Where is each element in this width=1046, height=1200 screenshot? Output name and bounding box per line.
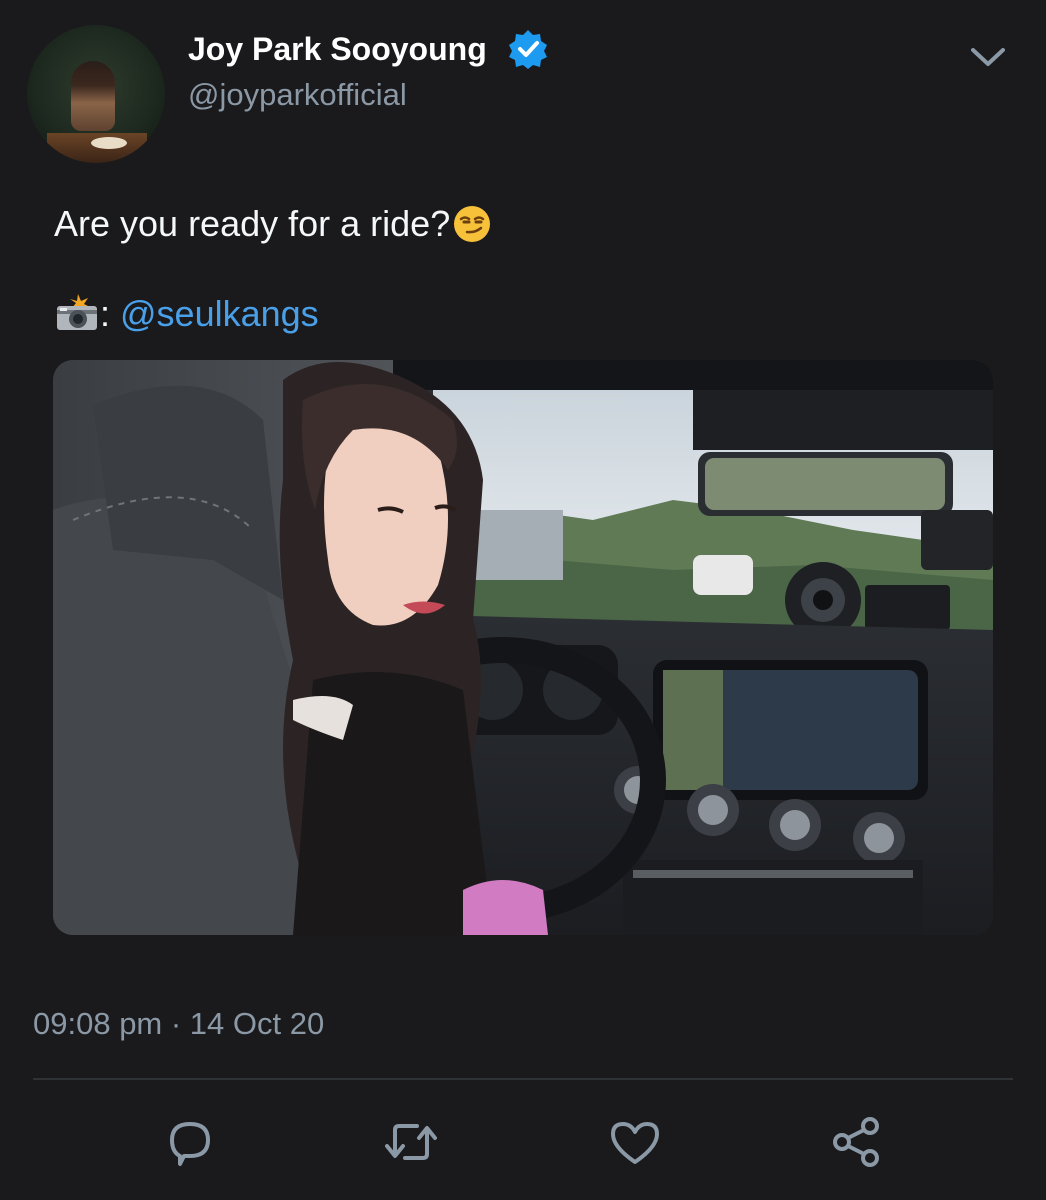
tweet-photo[interactable] — [53, 360, 993, 935]
share-icon — [833, 1117, 879, 1167]
author-avatar[interactable] — [27, 25, 165, 163]
author-display-name[interactable]: Joy Park Sooyoung — [188, 30, 487, 68]
verified-badge-icon — [509, 30, 547, 69]
tweet-text: Are you ready for a ride? — [54, 203, 451, 244]
tweet-text-line-2: : @seulkangs — [54, 292, 319, 336]
divider — [33, 1078, 1013, 1080]
tweet-timestamp[interactable]: 09:08 pm · 14 Oct 20 — [33, 1004, 324, 1044]
avatar-plate — [91, 137, 127, 149]
share-button[interactable] — [826, 1112, 886, 1172]
camera-with-flash-emoji-icon — [57, 294, 97, 330]
retweet-icon — [385, 1124, 437, 1160]
author-handle[interactable]: @joyparkofficial — [188, 76, 407, 114]
like-button[interactable] — [605, 1112, 665, 1172]
tweet-text-colon: : — [100, 293, 121, 334]
reply-button[interactable] — [160, 1112, 220, 1172]
avatar-figure — [71, 61, 115, 131]
smirking-face-emoji-icon — [454, 206, 491, 242]
mention-link[interactable]: @seulkangs — [120, 293, 319, 334]
heart-icon — [611, 1122, 659, 1164]
reply-icon — [170, 1122, 210, 1166]
chevron-down-icon[interactable] — [967, 42, 1009, 72]
photo-image — [53, 360, 993, 935]
retweet-button[interactable] — [381, 1112, 441, 1172]
tweet-text-line-1: Are you ready for a ride? — [54, 202, 492, 246]
